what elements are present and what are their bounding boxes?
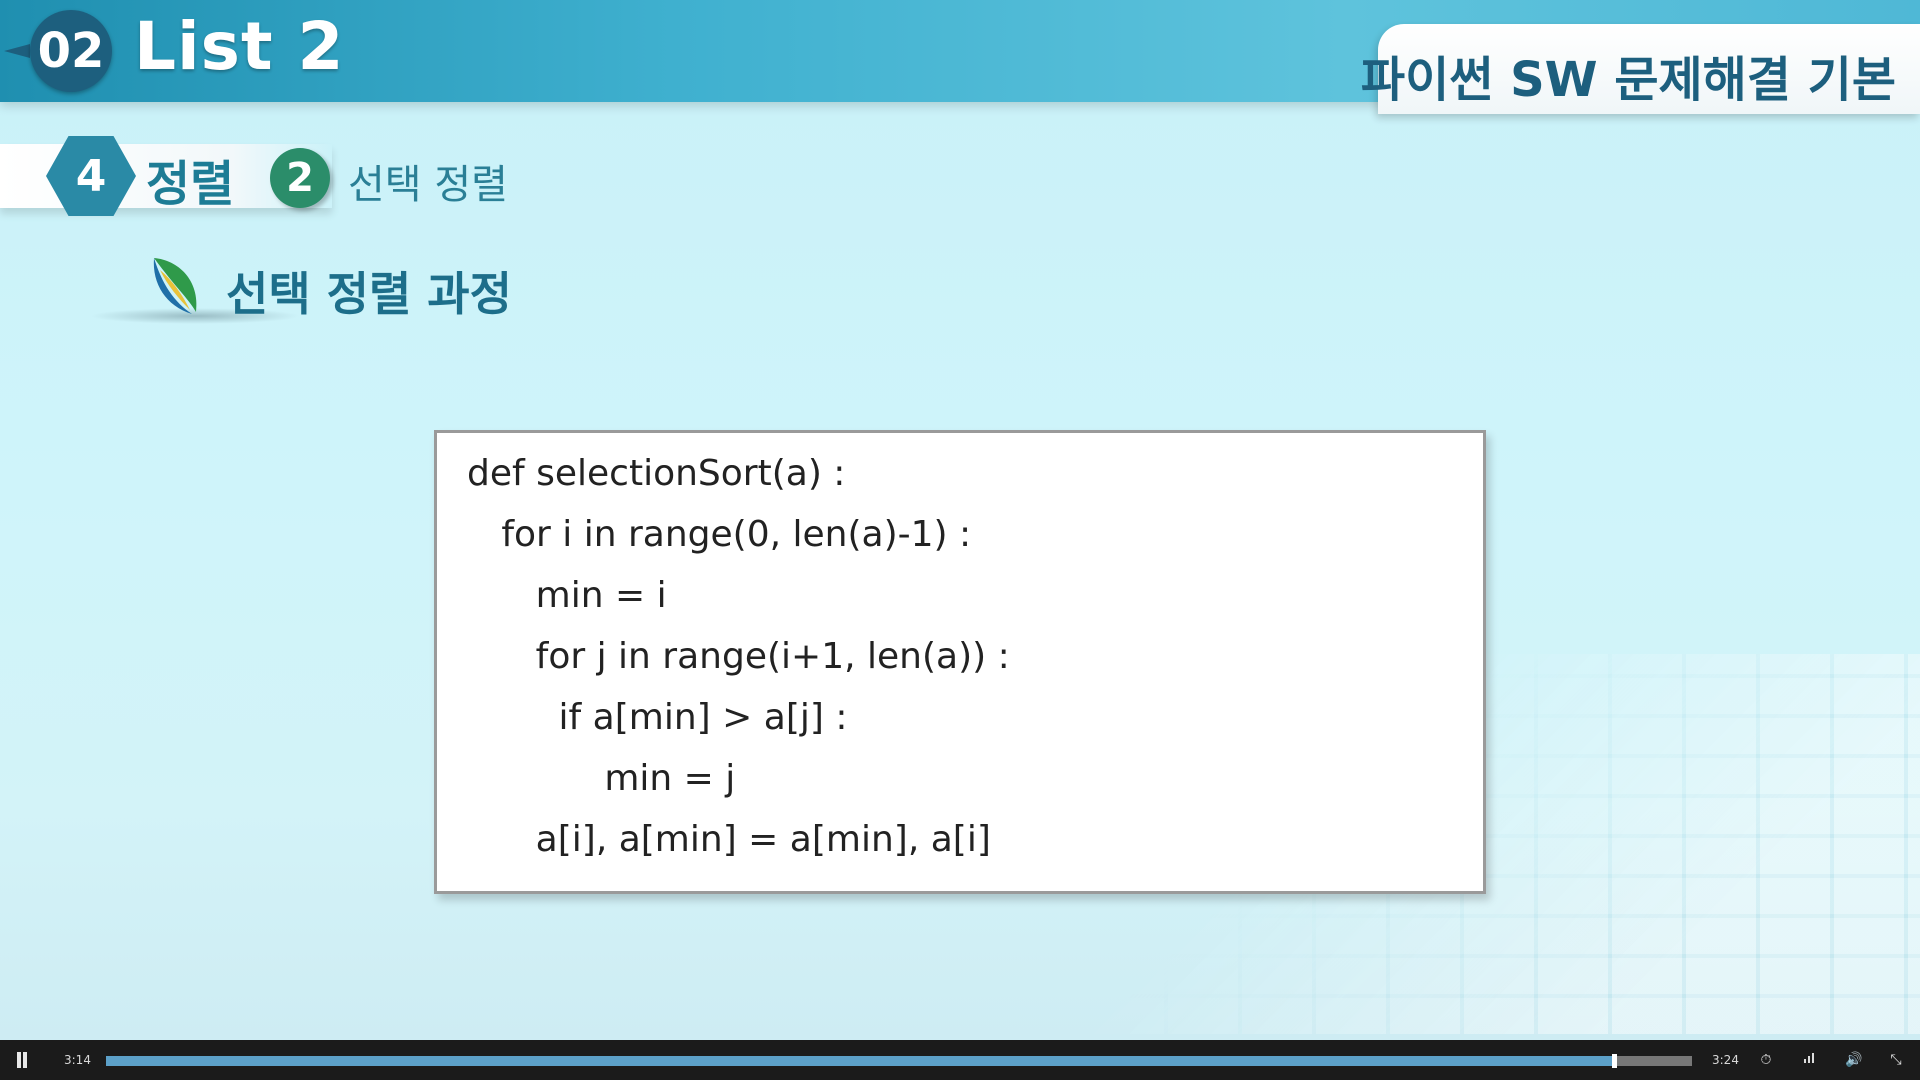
speed-icon[interactable]: ⏱ xyxy=(1756,1050,1776,1070)
chapter-title: List 2 xyxy=(134,8,345,85)
code-line: def selectionSort(a) : xyxy=(467,453,846,494)
code-line: min = i xyxy=(467,575,667,616)
current-time: 3:14 xyxy=(64,1053,91,1067)
progress-fill xyxy=(106,1056,1615,1066)
chapter-number-badge: 02 xyxy=(30,10,112,92)
quality-icon[interactable] xyxy=(1800,1050,1820,1070)
subsection-number: 2 xyxy=(286,155,314,201)
video-player-bar: 3:14 3:24 ⏱ 🔊 ⤡ xyxy=(0,1040,1920,1080)
chapter-number: 02 xyxy=(37,23,105,79)
progress-thumb[interactable] xyxy=(1612,1054,1618,1068)
subsection-label: 선택 정렬 xyxy=(348,162,508,208)
total-time: 3:24 xyxy=(1712,1053,1739,1067)
code-box: def selectionSort(a) : for i in range(0,… xyxy=(434,430,1486,894)
fullscreen-exit-icon[interactable]: ⤡ xyxy=(1886,1050,1906,1070)
progress-track[interactable] xyxy=(106,1054,1692,1068)
code-line: min = j xyxy=(467,758,736,799)
chapter-arrow-decoration xyxy=(4,44,30,58)
pause-icon[interactable] xyxy=(16,1052,28,1068)
course-title: 파이썬 SW 문제해결 기본 xyxy=(1360,52,1896,108)
section-label: 정렬 xyxy=(146,156,235,212)
subsection-number-badge: 2 xyxy=(270,148,330,208)
code-line: if a[min] > a[j] : xyxy=(467,697,848,738)
leaf-bullet-icon xyxy=(153,258,197,314)
section-number: 4 xyxy=(75,150,107,202)
code-line: a[i], a[min] = a[min], a[i] xyxy=(467,819,991,860)
volume-icon[interactable]: 🔊 xyxy=(1844,1050,1864,1070)
code-line: for i in range(0, len(a)-1) : xyxy=(467,514,972,555)
slide-heading: 선택 정렬 과정 xyxy=(226,267,512,321)
code-line: for j in range(i+1, len(a)) : xyxy=(467,636,1010,677)
